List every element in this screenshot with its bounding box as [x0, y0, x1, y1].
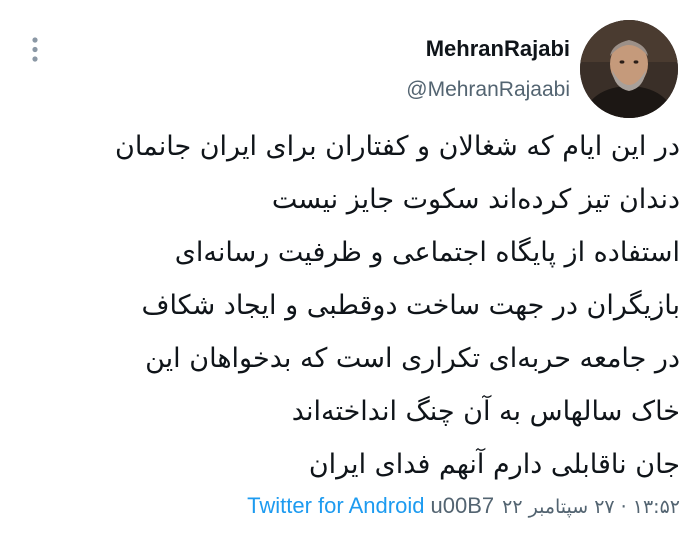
tweet-text-line: جان ناقابلی دارم آنهم فدای ایران: [308, 449, 680, 480]
author-display-name[interactable]: MehranRajabi: [426, 36, 570, 62]
avatar[interactable]: [580, 20, 678, 118]
separator-escape-text: u00B7: [430, 493, 495, 518]
tweet-text-line: در این ایام که شغالان و کفتاران برای ایر…: [115, 131, 680, 162]
author-handle[interactable]: @MehranRajaabi: [406, 78, 570, 102]
tweet-text: در این ایام که شغالان و کفتاران برای ایر…: [20, 120, 680, 491]
tweet-card: MehranRajabi @MehranRajaabi در این ایام …: [0, 0, 700, 542]
tweet-text-line: بازیگران در جهت ساخت دوقطبی و ایجاد شکاف: [141, 290, 680, 321]
tweet-text-line: خاک سالهاس به آن چنگ انداخته‌اند: [291, 396, 680, 427]
tweet-source-link[interactable]: Twitter for Android: [247, 493, 424, 518]
tweet-text-line: در جامعه حربه‌ای تکراری است که بدخواهان …: [145, 343, 680, 374]
tweet-timestamp[interactable]: ۱۳:۵۲ · ۲۷ سپتامبر ۲۲: [502, 496, 680, 518]
tweet-text-line: استفاده از پایگاه اجتماعی و ظرفیت رسانه‌…: [174, 237, 680, 268]
tweet-meta: Twitter for Android u00B7 ۱۳:۵۲ · ۲۷ سپتا…: [247, 488, 680, 524]
tweet-text-line: دندان تیز کرده‌اند سکوت جایز نیست: [271, 184, 680, 215]
more-options-icon[interactable]: [28, 36, 42, 64]
